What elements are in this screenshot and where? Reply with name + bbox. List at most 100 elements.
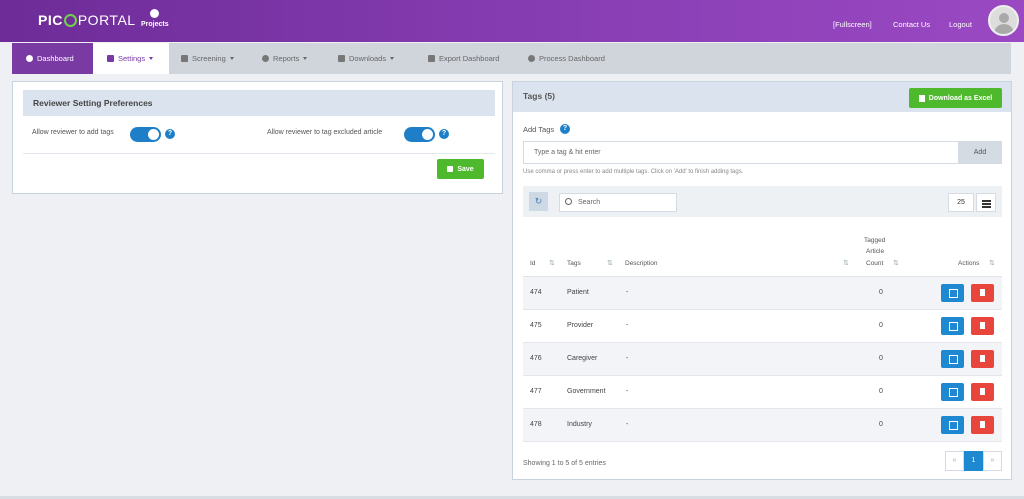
tab-process-dashboard[interactable]: Process Dashboard [528, 43, 605, 74]
delete-button[interactable] [971, 317, 994, 335]
search-icon [262, 55, 269, 62]
edit-button[interactable] [941, 350, 964, 368]
wrench-icon [107, 55, 114, 62]
pagination-page[interactable]: 1 [964, 451, 983, 471]
tags-panel-header: Tags (5) Download as Excel [513, 82, 1011, 112]
table-toolbar: ↻ Search 25 [523, 186, 1002, 217]
tab-reports[interactable]: Reports [262, 43, 308, 74]
tags-panel: Tags (5) Download as Excel Add Tags ? Ty… [512, 81, 1012, 480]
projects-link[interactable]: Projects [141, 9, 169, 28]
row-tag: Caregiver [567, 355, 598, 362]
tab-settings[interactable]: Settings [93, 43, 169, 74]
row-count: 0 [879, 355, 883, 362]
sort-icon[interactable]: ⇅ [989, 259, 995, 267]
pref-tag-excluded-toggle[interactable] [404, 127, 435, 142]
entries-summary: Showing 1 to 5 of 5 entries [523, 460, 606, 467]
sort-icon[interactable]: ⇅ [893, 259, 899, 267]
row-description: - [626, 421, 629, 428]
main-nav: Dashboard Settings Screening Reports Dow… [12, 43, 1011, 74]
chevron-down-icon [149, 57, 154, 60]
contact-us-link[interactable]: Contact Us [893, 20, 930, 29]
logout-link[interactable]: Logout [949, 20, 972, 29]
col-id[interactable]: Id [530, 260, 535, 267]
excel-icon [918, 94, 925, 102]
col-description[interactable]: Description [625, 260, 658, 267]
pico-portal-logo[interactable]: PIC PORTAL [38, 12, 136, 28]
top-bar: PIC PORTAL Projects [Fullscreen] Contact… [0, 0, 1024, 42]
add-tag-button[interactable]: Add [958, 141, 1002, 164]
row-count: 0 [879, 289, 883, 296]
save-button[interactable]: Save [437, 159, 484, 179]
row-description: - [626, 355, 629, 362]
col-tags[interactable]: Tags [567, 260, 581, 267]
table-row: 475 Provider - 0 [523, 310, 1002, 343]
tag-input[interactable]: Type a tag & hit enter [523, 141, 959, 164]
edit-button[interactable] [941, 416, 964, 434]
tab-export-dashboard-label: Export Dashboard [439, 54, 500, 63]
pagination-next[interactable]: » [983, 451, 1002, 471]
file-icon [428, 55, 435, 62]
divider [23, 153, 495, 154]
projects-icon [150, 9, 160, 18]
download-excel-button[interactable]: Download as Excel [909, 88, 1002, 108]
pref-add-tags-label: Allow reviewer to add tags [32, 129, 114, 136]
help-icon[interactable]: ? [165, 129, 175, 139]
delete-button[interactable] [971, 284, 994, 302]
add-tags-label: Add Tags [523, 125, 555, 134]
avatar-body-icon [994, 24, 1014, 34]
col-count-line2[interactable]: Article [866, 248, 884, 255]
sort-icon[interactable]: ⇅ [843, 259, 849, 267]
delete-button[interactable] [971, 416, 994, 434]
reviewer-settings-panel: Reviewer Setting Preferences Allow revie… [12, 81, 503, 194]
edit-button[interactable] [941, 317, 964, 335]
search-input[interactable]: Search [559, 193, 677, 212]
tab-dashboard[interactable]: Dashboard [12, 43, 93, 74]
tab-screening[interactable]: Screening [181, 43, 234, 74]
reviewer-settings-title: Reviewer Setting Preferences [23, 90, 495, 116]
list-view-icon[interactable] [976, 193, 996, 212]
help-icon[interactable]: ? [439, 129, 449, 139]
row-description: - [626, 289, 629, 296]
projects-label: Projects [141, 21, 169, 28]
tab-export-dashboard[interactable]: Export Dashboard [428, 43, 499, 74]
edit-button[interactable] [941, 383, 964, 401]
download-icon [338, 55, 345, 62]
chevron-down-icon [303, 57, 308, 60]
refresh-icon[interactable]: ↻ [529, 192, 548, 211]
col-count-line3[interactable]: Count [866, 260, 883, 267]
gauge-icon [528, 55, 535, 62]
edit-button[interactable] [941, 284, 964, 302]
row-tag: Provider [567, 322, 594, 329]
dashboard-icon [26, 55, 33, 62]
table-row: 476 Caregiver - 0 [523, 343, 1002, 376]
help-icon[interactable]: ? [560, 124, 570, 134]
tab-process-dashboard-label: Process Dashboard [539, 54, 605, 63]
tags-title: Tags (5) [523, 91, 555, 101]
row-id: 475 [530, 322, 542, 329]
pref-tag-excluded-label: Allow reviewer to tag excluded article [267, 129, 383, 136]
avatar[interactable] [988, 5, 1019, 36]
search-icon [565, 198, 572, 205]
pagination-prev[interactable]: « [945, 451, 964, 471]
row-id: 474 [530, 289, 542, 296]
sort-icon[interactable]: ⇅ [549, 259, 555, 267]
clipboard-icon [181, 55, 188, 62]
tab-settings-label: Settings [118, 54, 146, 63]
tab-downloads[interactable]: Downloads [338, 43, 395, 74]
fullscreen-link[interactable]: [Fullscreen] [833, 20, 872, 29]
page-size-select[interactable]: 25 [948, 193, 974, 212]
row-id: 476 [530, 355, 542, 362]
row-id: 478 [530, 421, 542, 428]
row-id: 477 [530, 388, 542, 395]
logo-ring-icon [63, 13, 77, 27]
sort-icon[interactable]: ⇅ [607, 259, 613, 267]
delete-button[interactable] [971, 350, 994, 368]
download-excel-label: Download as Excel [928, 94, 993, 102]
delete-button[interactable] [971, 383, 994, 401]
row-tag: Industry [567, 421, 592, 428]
tab-reports-label: Reports [273, 54, 300, 63]
table-row: 478 Industry - 0 [523, 409, 1002, 442]
save-button-label: Save [457, 165, 474, 173]
col-count-line1[interactable]: Tagged [864, 237, 885, 244]
pref-add-tags-toggle[interactable] [130, 127, 161, 142]
